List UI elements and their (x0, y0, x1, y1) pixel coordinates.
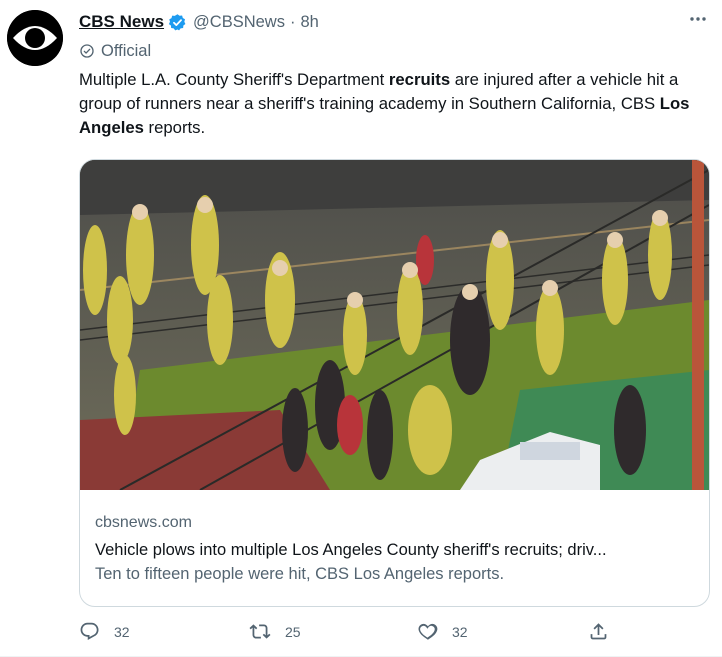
official-label: Official (79, 40, 151, 62)
tweet[interactable]: CBS News @CBSNews · 8h Official Multiple… (0, 0, 722, 657)
card-image[interactable] (80, 160, 709, 490)
reply-count: 32 (114, 623, 130, 640)
reply-icon (80, 622, 99, 640)
author-handle[interactable]: @CBSNews (193, 13, 285, 32)
card-headline: Vehicle plows into multiple Los Angeles … (95, 541, 607, 559)
retweet-button[interactable]: 25 (249, 621, 301, 642)
share-button[interactable] (588, 621, 623, 642)
tweet-text-bold: recruits (388, 70, 451, 89)
tweet-text: Multiple L.A. County Sheriff's Departmen… (79, 68, 704, 140)
tweet-text-segment: reports. (143, 118, 206, 137)
official-text: Official (101, 41, 152, 60)
link-card[interactable]: cbsnews.com Vehicle plows into multiple … (79, 159, 710, 607)
tweet-timestamp[interactable]: 8h (300, 13, 318, 32)
tweet-header: CBS News @CBSNews · 8h (79, 9, 702, 35)
card-description: Ten to fifteen people were hit, CBS Los … (95, 565, 505, 583)
share-icon (590, 623, 607, 640)
reply-button[interactable]: 32 (79, 621, 130, 642)
retweet-count: 25 (285, 623, 301, 640)
separator-dot: · (289, 12, 296, 31)
like-count: 32 (452, 623, 468, 640)
tweet-text-segment: Multiple L.A. County Sheriff's Departmen… (79, 70, 389, 89)
official-badge-icon (80, 44, 94, 58)
retweet-icon (249, 624, 271, 639)
more-icon[interactable] (688, 9, 708, 34)
author-name[interactable]: CBS News (79, 12, 164, 32)
card-domain: cbsnews.com (95, 514, 192, 531)
like-button[interactable]: 32 (417, 621, 468, 642)
avatar[interactable] (7, 10, 63, 66)
verified-badge-icon (168, 13, 186, 30)
news-photo (80, 160, 709, 490)
cbs-eye-logo (7, 10, 63, 66)
card-meta[interactable]: cbsnews.com Vehicle plows into multiple … (95, 512, 694, 586)
heart-icon (418, 623, 438, 640)
action-bar: 32 25 32 (79, 621, 639, 647)
